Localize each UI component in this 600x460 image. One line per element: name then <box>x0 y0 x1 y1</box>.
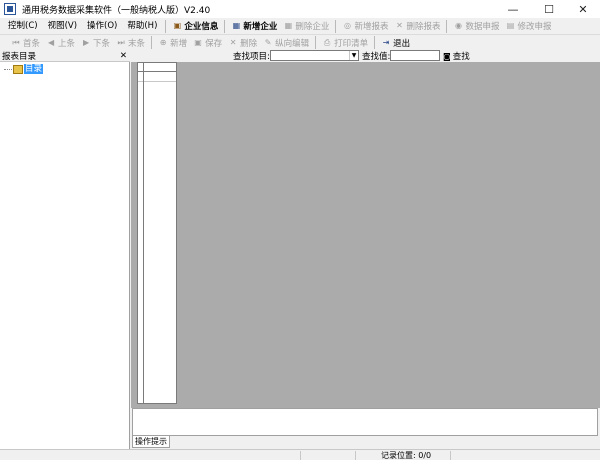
close-button[interactable]: ✕ <box>566 0 600 18</box>
search-button-label: 查找 <box>452 52 470 62</box>
title-bar: 通用税务数据采集软件（一般纳税人版）V2.40 — ☐ ✕ <box>0 0 600 18</box>
first-record-label: 首条 <box>23 38 41 49</box>
first-record-icon: ⏮ <box>12 37 20 47</box>
declare-button[interactable]: ◉ 数据申报 <box>450 19 502 34</box>
new-report-label: 新增报表 <box>354 22 389 32</box>
toolbar-separator <box>446 19 448 33</box>
save-icon: ▣ <box>194 37 202 47</box>
briefcase-icon: ▣ <box>173 21 182 30</box>
window-title: 通用税务数据采集软件（一般纳税人版）V2.40 <box>22 5 211 16</box>
new-company-button[interactable]: ▦ 新增企业 <box>228 19 280 34</box>
tree-panel-header: 报表目录 ✕ <box>0 50 130 62</box>
exit-icon: ⇥ <box>382 37 390 47</box>
search-row: 报表目录 ✕ 查找项目: ▼ 查找值: ◙ 查找 <box>0 50 600 62</box>
data-grid[interactable] <box>137 62 177 404</box>
company-info-label: 企业信息 <box>184 22 219 32</box>
edit-declare-button[interactable]: ▤ 修改申报 <box>502 19 554 34</box>
search-value-label: 查找值: <box>362 52 391 62</box>
next-record-button[interactable]: ▶ 下条 <box>78 35 113 50</box>
tree-panel-close-icon[interactable]: ✕ <box>120 51 127 61</box>
delete-company-label: 删除企业 <box>295 22 330 32</box>
toolbar-separator <box>224 19 226 33</box>
add-icon: ⊕ <box>159 37 167 47</box>
edit-declare-icon: ▤ <box>506 21 515 30</box>
company-info-button[interactable]: ▣ 企业信息 <box>169 19 221 34</box>
vertical-edit-icon: ✎ <box>264 37 272 47</box>
save-button[interactable]: ▣ 保存 <box>190 35 225 50</box>
edit-declare-label: 修改申报 <box>517 22 552 32</box>
maximize-button[interactable]: ☐ <box>532 0 566 18</box>
search-input[interactable] <box>390 50 440 61</box>
declare-icon: ◉ <box>454 21 462 30</box>
binoculars-icon: ◙ <box>443 51 451 61</box>
prev-record-icon: ◀ <box>47 37 55 47</box>
new-company-label: 新增企业 <box>243 22 278 32</box>
menu-operate[interactable]: 操作(O) <box>82 19 122 34</box>
delete-report-label: 删除报表 <box>406 22 441 32</box>
last-record-icon: ⏭ <box>117 37 125 47</box>
chevron-down-icon[interactable]: ▼ <box>349 51 358 60</box>
minimize-button[interactable]: — <box>496 0 530 18</box>
app-icon <box>4 3 16 15</box>
search-field-select[interactable]: ▼ <box>270 50 359 61</box>
hint-tab[interactable]: 操作提示 <box>132 436 170 448</box>
prev-record-button[interactable]: ◀ 上条 <box>43 35 78 50</box>
new-report-button[interactable]: ◎ 新增报表 <box>339 19 391 34</box>
new-report-icon: ◎ <box>343 21 351 30</box>
exit-label: 退出 <box>393 38 411 49</box>
last-record-button[interactable]: ⏭ 末条 <box>113 35 148 50</box>
delete-icon: ✕ <box>229 37 237 47</box>
delete-report-icon: ✕ <box>396 21 403 30</box>
toolbar-separator <box>151 36 153 49</box>
declare-label: 数据申报 <box>465 22 500 32</box>
new-company-icon: ▦ <box>232 21 241 30</box>
data-grid-area <box>131 62 600 408</box>
vertical-edit-button[interactable]: ✎ 纵向编辑 <box>260 35 312 50</box>
print-list-button[interactable]: ⎙ 打印清单 <box>319 35 371 50</box>
search-field-label: 查找项目: <box>233 52 270 62</box>
delete-label: 删除 <box>240 38 258 49</box>
record-position: 记录位置: 0/0 <box>381 451 432 460</box>
folder-icon <box>13 64 23 74</box>
tree-root-node[interactable]: 目录 <box>4 64 44 74</box>
save-label: 保存 <box>205 38 223 49</box>
status-divider <box>450 451 451 460</box>
grid-corner-cell <box>138 63 144 71</box>
menu-help[interactable]: 帮助(H) <box>122 19 162 34</box>
search-button[interactable]: ◙ 查找 <box>443 50 470 63</box>
toolbar-separator <box>374 36 376 49</box>
print-icon: ⎙ <box>323 37 331 47</box>
tree-root-label: 目录 <box>24 64 44 74</box>
first-record-button[interactable]: ⏮ 首条 <box>8 35 43 50</box>
menu-control[interactable]: 控制(C) <box>3 19 43 34</box>
tree-panel-title: 报表目录 <box>2 51 37 62</box>
prev-record-label: 上条 <box>58 38 76 49</box>
tree-connector <box>4 68 12 70</box>
grid-column-divider <box>143 72 144 403</box>
last-record-label: 末条 <box>128 38 146 49</box>
delete-company-button[interactable]: ▦ 删除企业 <box>280 19 332 34</box>
status-divider <box>355 451 356 460</box>
toolbar-separator <box>165 19 167 33</box>
status-divider <box>300 451 301 460</box>
delete-report-button[interactable]: ✕ 删除报表 <box>391 19 443 34</box>
next-record-icon: ▶ <box>82 37 90 47</box>
delete-company-icon: ▦ <box>284 21 293 30</box>
toolbar-separator <box>315 36 317 49</box>
next-record-label: 下条 <box>93 38 111 49</box>
add-label: 新增 <box>170 38 188 49</box>
grid-header <box>138 63 176 72</box>
status-bar: 记录位置: 0/0 <box>0 449 600 460</box>
hint-panel <box>132 408 598 436</box>
vertical-edit-label: 纵向编辑 <box>275 38 310 49</box>
delete-button[interactable]: ✕ 删除 <box>225 35 260 50</box>
toolbar-separator <box>335 19 337 33</box>
report-tree: 目录 <box>0 62 130 449</box>
record-toolbar: ⏮ 首条 ◀ 上条 ▶ 下条 ⏭ 末条 ⊕ 新增 ▣ 保存 ✕ 删除 ✎ 纵向编… <box>0 35 600 50</box>
menu-view[interactable]: 视图(V) <box>43 19 82 34</box>
menu-toolbar-row: 控制(C) 视图(V) 操作(O) 帮助(H) ▣ 企业信息 ▦ 新增企业 ▦ … <box>0 18 600 35</box>
add-button[interactable]: ⊕ 新增 <box>155 35 190 50</box>
exit-button[interactable]: ⇥ 退出 <box>378 35 413 50</box>
print-list-label: 打印清单 <box>334 38 369 49</box>
